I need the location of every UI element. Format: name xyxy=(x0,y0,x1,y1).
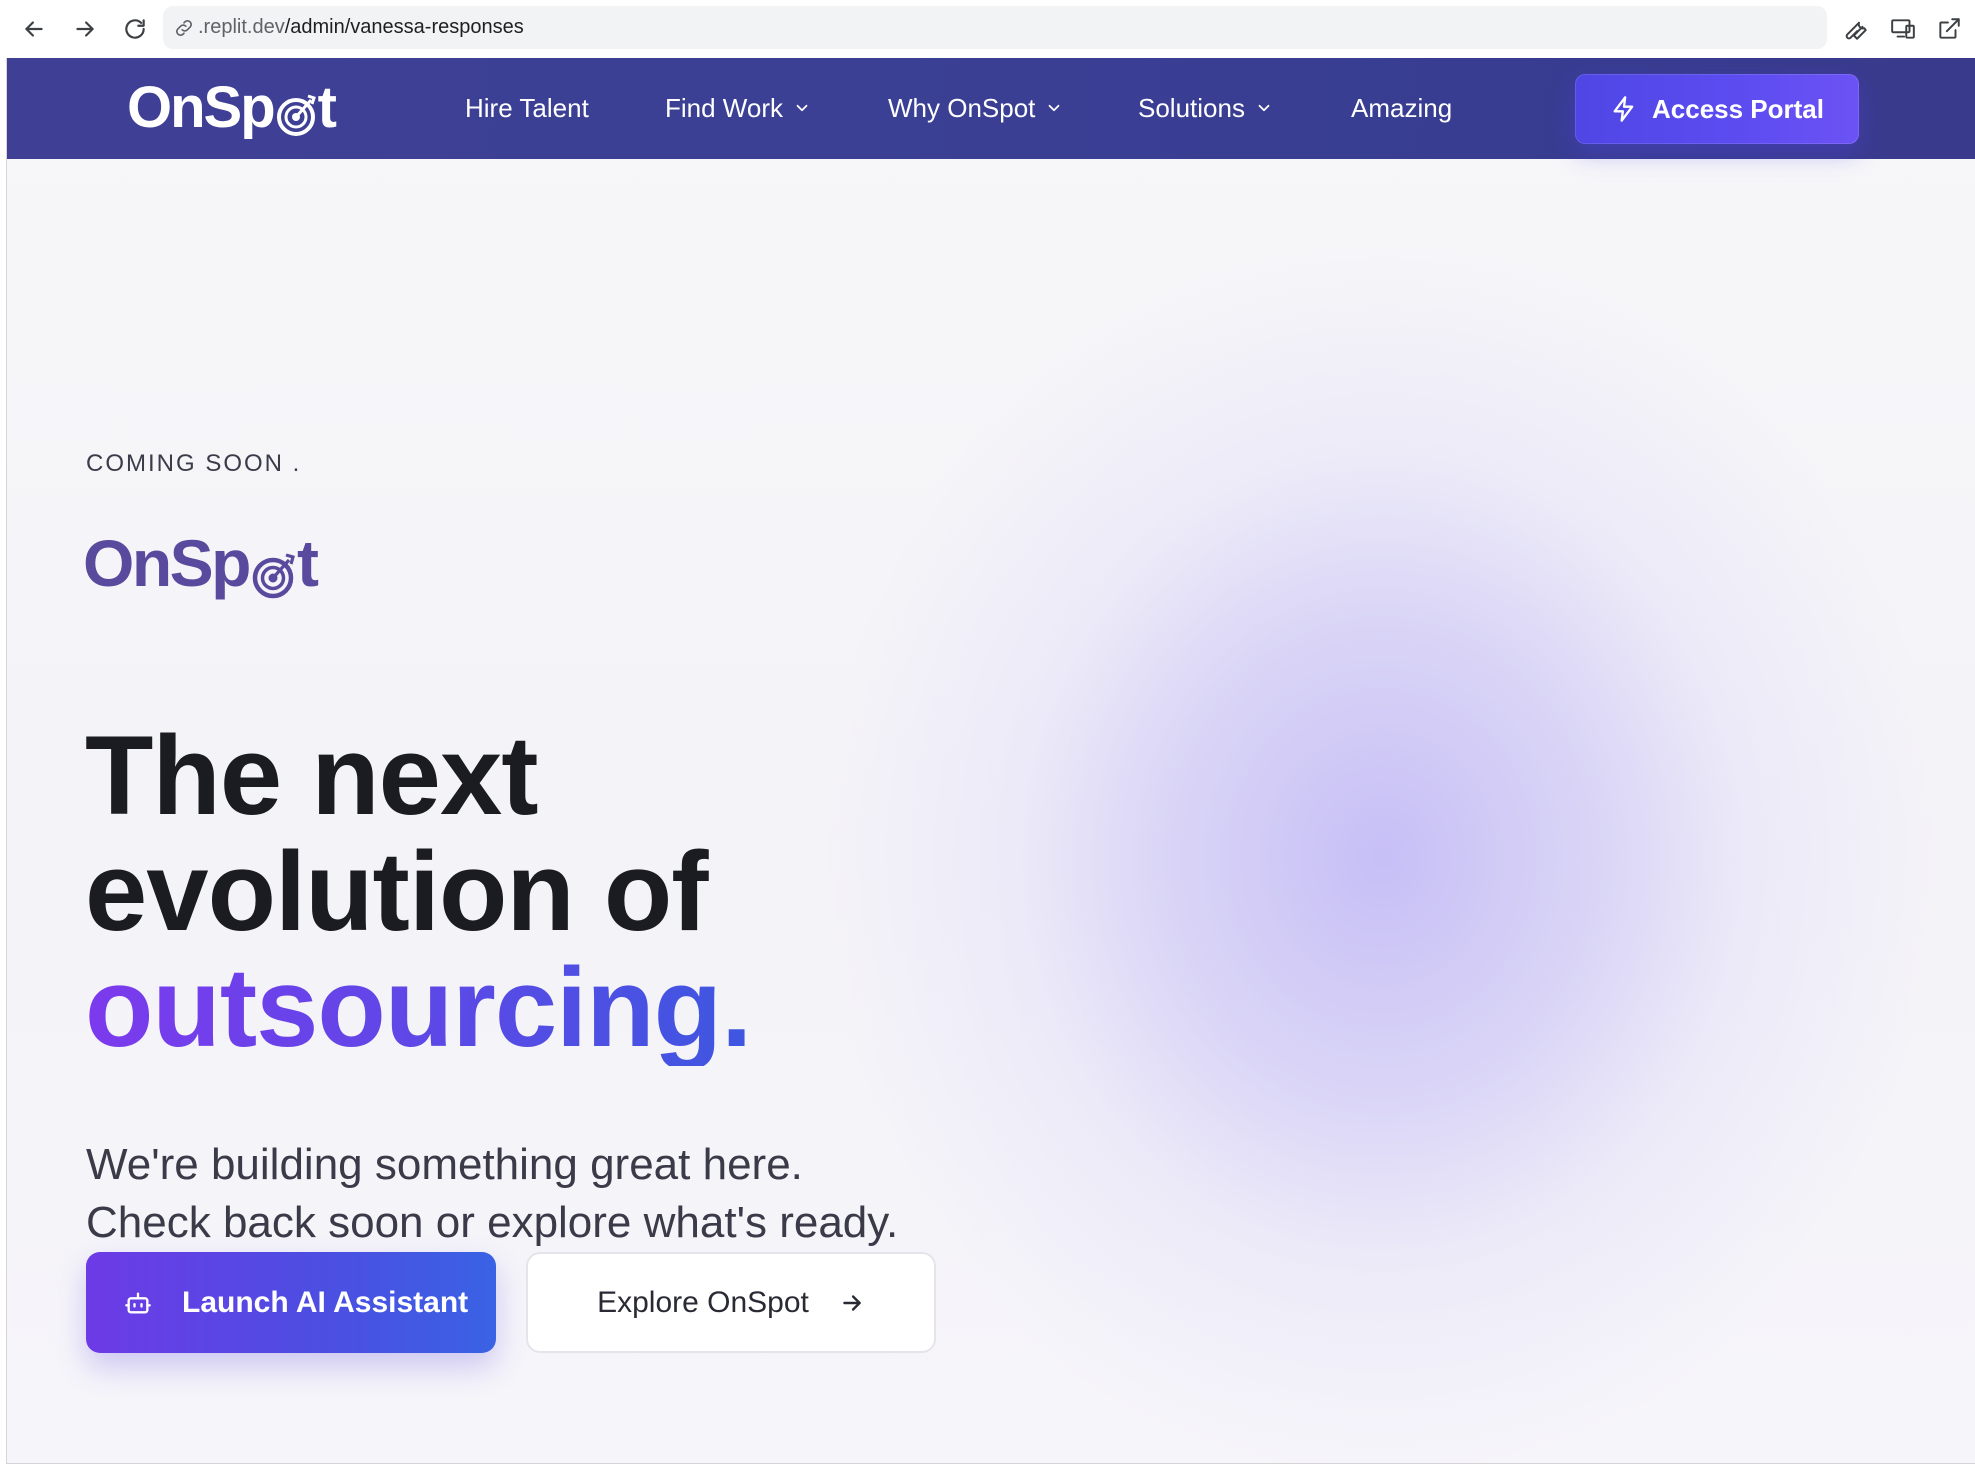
wrench-icon[interactable] xyxy=(1839,12,1873,46)
nav-amazing[interactable]: Amazing xyxy=(1351,90,1452,126)
nav-label: Amazing xyxy=(1351,92,1453,123)
hero-logo: OnSp t xyxy=(83,526,319,600)
target-icon xyxy=(273,89,319,136)
bot-icon xyxy=(125,1292,151,1313)
url-host: .replit.dev xyxy=(198,16,285,38)
nav-label: Find Work xyxy=(665,92,783,123)
back-arrow-icon[interactable] xyxy=(17,12,51,46)
nav-hire-talent[interactable]: Hire Talent xyxy=(465,90,589,126)
explore-onspot-button[interactable]: Explore OnSpot xyxy=(526,1252,936,1353)
lightning-bolt-icon xyxy=(1613,96,1634,122)
window-bottom-edge xyxy=(0,1464,1975,1478)
subtext-line-2: Check back soon or explore what's ready. xyxy=(86,1198,899,1247)
headline-accent: outsourcing. xyxy=(85,945,752,1070)
explore-onspot-label: Explore OnSpot xyxy=(597,1285,809,1319)
hero-logo-text-right: t xyxy=(297,526,319,600)
target-icon xyxy=(248,543,298,599)
link-icon xyxy=(176,19,192,36)
chevron-down-icon xyxy=(1258,104,1270,112)
subtext-line-1: We're building something great here. xyxy=(86,1140,803,1189)
devices-icon[interactable] xyxy=(1886,12,1920,46)
access-portal-button[interactable]: Access Portal xyxy=(1575,74,1859,144)
site-header: OnSp t Hire Talent Find Work Why OnSpot xyxy=(7,58,1975,159)
nav-label: Hire Talent xyxy=(465,92,589,123)
nav-label: Solutions xyxy=(1138,92,1245,123)
headline-line-1: The next xyxy=(85,713,539,838)
logo-text-left: OnSp xyxy=(127,75,276,140)
page-viewport: OnSp t Hire Talent Find Work Why OnSpot xyxy=(6,58,1975,1464)
nav-why-onspot[interactable]: Why OnSpot xyxy=(888,90,1063,126)
coming-soon-eyebrow: COMING SOON . xyxy=(86,450,302,477)
logo-text-right: t xyxy=(317,75,337,140)
hero-subtext: We're building something great here. Che… xyxy=(86,1136,898,1252)
nav-solutions[interactable]: Solutions xyxy=(1138,90,1273,126)
url-path: /admin/vanessa-responses xyxy=(284,16,524,38)
arrow-right-icon xyxy=(843,1294,861,1311)
chevron-down-icon xyxy=(796,104,808,112)
access-portal-label: Access Portal xyxy=(1652,93,1824,124)
header-logo[interactable]: OnSp t xyxy=(127,75,337,140)
nav-label: Why OnSpot xyxy=(888,92,1036,123)
browser-toolbar: .replit.dev/admin/vanessa-responses xyxy=(0,0,1975,58)
reload-icon[interactable] xyxy=(118,12,152,46)
nav-find-work[interactable]: Find Work xyxy=(665,90,811,126)
launch-ai-assistant-label: Launch AI Assistant xyxy=(182,1285,469,1319)
forward-arrow-icon[interactable] xyxy=(68,12,102,46)
open-external-icon[interactable] xyxy=(1932,12,1966,46)
address-bar[interactable]: .replit.dev/admin/vanessa-responses xyxy=(163,6,1827,49)
launch-ai-assistant-button[interactable]: Launch AI Assistant xyxy=(86,1252,496,1353)
headline-line-2: evolution of xyxy=(85,829,709,954)
hero-logo-text-left: OnSp xyxy=(83,526,252,600)
chevron-down-icon xyxy=(1049,104,1060,112)
hero-headline: The next evolution of outsourcing. xyxy=(85,713,752,1070)
